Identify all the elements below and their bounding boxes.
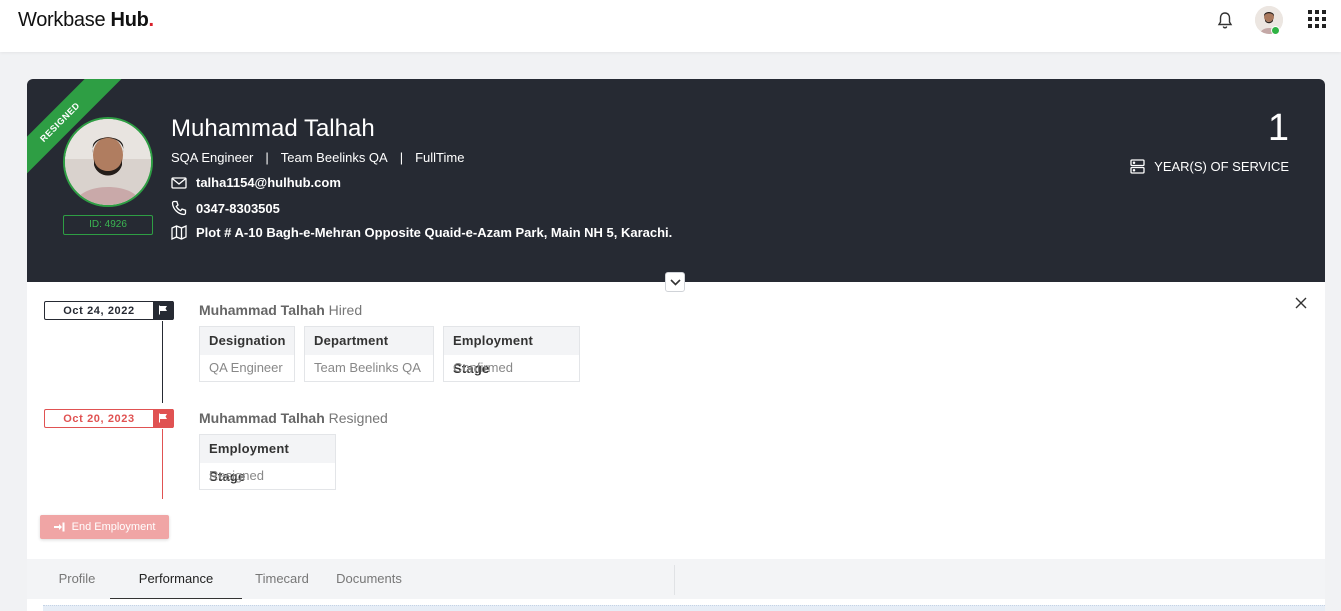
field-employment-stage: Employment Stage Confirmed	[443, 326, 580, 382]
end-employment-button[interactable]: End Employment	[40, 515, 169, 539]
event-action: Resigned	[328, 410, 388, 426]
timeline-connector	[162, 321, 163, 403]
years-label-text: YEAR(S) OF SERVICE	[1154, 159, 1289, 174]
field-value: Confirmed	[444, 355, 579, 381]
field-label: Designation	[200, 327, 294, 355]
collapse-toggle-button[interactable]	[665, 272, 685, 292]
employee-name: Muhammad Talhah	[171, 115, 375, 142]
mail-icon	[171, 176, 187, 189]
employment-type: FullTime	[415, 150, 465, 165]
employee-role-line: SQA Engineer | Team Beelinks QA | FullTime	[171, 150, 464, 165]
field-designation: Designation QA Engineer	[199, 326, 295, 382]
tab-profile[interactable]: Profile	[45, 559, 109, 599]
flag-icon	[153, 300, 173, 320]
chevron-down-icon	[669, 278, 681, 286]
event-action: Hired	[328, 302, 363, 318]
phone-text[interactable]: 0347-8303505	[196, 201, 280, 216]
job-title: SQA Engineer	[171, 150, 254, 165]
field-department: Department Team Beelinks QA	[304, 326, 434, 382]
tab-performance[interactable]: Performance	[110, 559, 242, 599]
profile-tabs: Profile Performance Timecard Documents	[27, 559, 1325, 599]
employee-id-badge: ID: 4926	[63, 215, 153, 235]
profile-header: RESIGNED ID: 4926 Muhammad Talhah SQA En…	[27, 79, 1325, 282]
email-text[interactable]: talha1154@hulhub.com	[196, 175, 341, 190]
date-text: Oct 20, 2023	[63, 412, 135, 425]
field-value: QA Engineer	[200, 355, 294, 381]
years-of-service-count: 1	[1267, 107, 1289, 149]
team-name: Team Beelinks QA	[280, 150, 388, 165]
date-text: Oct 24, 2022	[63, 304, 135, 317]
status-ribbon-label: RESIGNED	[27, 79, 123, 181]
server-icon	[1130, 159, 1145, 174]
divider	[674, 565, 675, 595]
logo-text: Workbase	[18, 9, 106, 31]
phone-icon	[171, 200, 187, 216]
event-person: Muhammad Talhah	[199, 302, 325, 318]
event-person: Muhammad Talhah	[199, 410, 325, 426]
map-icon	[171, 225, 187, 240]
timeline-connector	[162, 429, 163, 499]
phone-row: 0347-8303505	[171, 200, 280, 216]
years-of-service-label: YEAR(S) OF SERVICE	[1130, 159, 1289, 174]
address-row: Plot # A-10 Bagh-e-Mehran Opposite Quaid…	[171, 225, 672, 240]
field-label: Employment Stage	[200, 435, 335, 484]
content-placeholder-strip	[43, 605, 1325, 611]
apps-grid-icon[interactable]	[1308, 10, 1326, 28]
online-status-dot	[1271, 26, 1280, 35]
bell-icon[interactable]	[1215, 10, 1235, 30]
field-employment-stage: Employment Stage Resigned	[199, 434, 336, 490]
address-text: Plot # A-10 Bagh-e-Mehran Opposite Quaid…	[196, 225, 673, 240]
field-value: Team Beelinks QA	[305, 355, 433, 381]
tab-documents[interactable]: Documents	[325, 559, 413, 599]
email-row: talha1154@hulhub.com	[171, 175, 341, 190]
sign-out-icon	[53, 522, 65, 532]
status-ribbon: RESIGNED	[27, 79, 127, 181]
app-logo[interactable]: Workbase Hub.	[18, 9, 154, 32]
field-label: Department	[305, 327, 433, 355]
timeline-event-title: Muhammad Talhah Resigned	[199, 410, 388, 426]
separator: |	[265, 150, 269, 165]
flag-icon	[153, 408, 173, 428]
close-icon[interactable]	[1293, 295, 1309, 311]
timeline-date-hired: Oct 24, 2022	[44, 300, 174, 320]
tab-timecard[interactable]: Timecard	[245, 559, 319, 599]
field-value: Resigned	[200, 463, 335, 489]
employee-card: RESIGNED ID: 4926 Muhammad Talhah SQA En…	[27, 79, 1325, 611]
field-label: Employment Stage	[444, 327, 579, 376]
separator: |	[399, 150, 404, 165]
timeline-date-resigned: Oct 20, 2023	[44, 408, 174, 428]
logo-dot: .	[148, 9, 155, 31]
top-navbar: Workbase Hub.	[0, 0, 1341, 52]
end-employment-label: End Employment	[71, 521, 156, 533]
logo-text-bold: Hub	[110, 9, 149, 31]
timeline-event-title: Muhammad Talhah Hired	[199, 302, 362, 318]
